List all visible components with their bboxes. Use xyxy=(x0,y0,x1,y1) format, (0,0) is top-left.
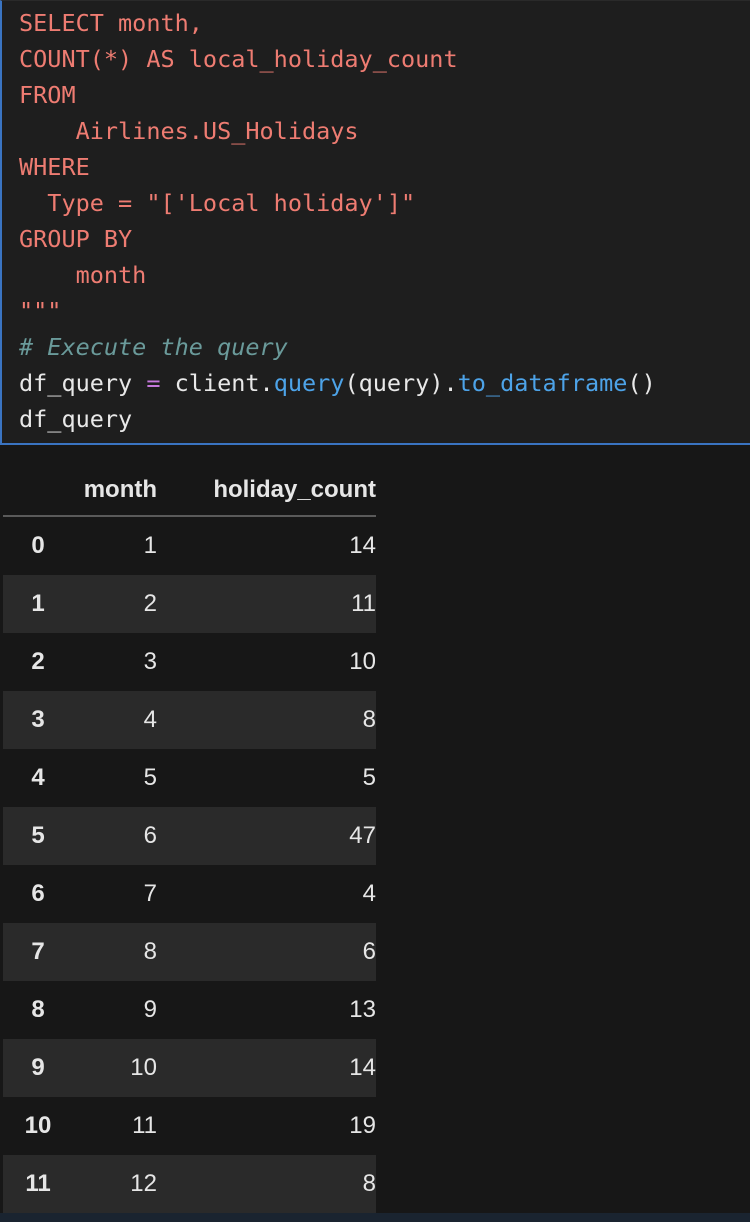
holiday-count-cell: 13 xyxy=(349,996,376,1023)
row-index: 2 xyxy=(31,648,45,675)
holiday-count-cell: 19 xyxy=(349,1112,376,1139)
holiday-count-cell: 8 xyxy=(362,1170,376,1197)
row-index: 8 xyxy=(31,996,45,1023)
holiday-count-cell: 8 xyxy=(362,706,376,733)
code-line: month xyxy=(19,261,147,289)
table-row: 10 11 19 xyxy=(3,1097,376,1155)
row-index: 3 xyxy=(31,706,45,733)
table-row: 3 4 8 xyxy=(3,691,376,749)
month-cell: 12 xyxy=(130,1170,157,1197)
table-row: 6 7 4 xyxy=(3,865,376,923)
code-token: = xyxy=(146,369,161,397)
code-token: to_dataframe xyxy=(457,369,628,397)
month-cell: 6 xyxy=(143,822,157,849)
row-index: 4 xyxy=(31,764,45,791)
table-row: 11 12 8 xyxy=(3,1155,376,1213)
code-editor[interactable]: SELECT month, COUNT(*) AS local_holiday_c… xyxy=(19,5,656,437)
dataframe-table: month holiday_count 0 1 14 1 2 11 2 3 10 348 4… xyxy=(3,465,376,1213)
row-index: 6 xyxy=(31,880,45,907)
holiday-count-cell: 10 xyxy=(349,648,376,675)
code-token: query xyxy=(273,369,345,397)
month-cell: 9 xyxy=(143,996,157,1023)
holiday-count-cell: 14 xyxy=(349,532,376,559)
month-cell: 1 xyxy=(143,532,157,559)
code-line: """ xyxy=(19,297,62,325)
row-index: 5 xyxy=(31,822,45,849)
table-row: 5 6 47 xyxy=(3,807,376,865)
table-row: 9 10 14 xyxy=(3,1039,376,1097)
row-index: 7 xyxy=(31,938,45,965)
code-token: df_query xyxy=(19,369,133,397)
row-index: 1 xyxy=(31,590,45,617)
table-row: 2 3 10 xyxy=(3,633,376,691)
table-row: 7 8 6 xyxy=(3,923,376,981)
table-header-row: month holiday_count xyxy=(3,465,376,517)
code-line: FROM xyxy=(19,81,76,109)
row-index: 9 xyxy=(31,1054,45,1081)
holiday-count-cell: 11 xyxy=(351,590,376,617)
table-row: 8 9 13 xyxy=(3,981,376,1039)
holiday-count-cell: 4 xyxy=(362,880,376,907)
column-header-month: month xyxy=(73,465,157,517)
month-cell: 2 xyxy=(143,590,157,617)
code-line: WHERE xyxy=(19,153,90,181)
code-token: (query). xyxy=(344,369,458,397)
month-cell: 10 xyxy=(130,1054,157,1081)
code-token: () xyxy=(627,369,656,397)
month-cell: 5 xyxy=(143,764,157,791)
row-index: 11 xyxy=(25,1170,51,1197)
code-token: client. xyxy=(174,369,274,397)
holiday-count-cell: 14 xyxy=(349,1054,376,1081)
row-index: 0 xyxy=(31,532,45,559)
bottom-edge-bar xyxy=(0,1213,750,1222)
table-row: 1 2 11 xyxy=(3,575,376,633)
holiday-count-cell: 6 xyxy=(362,938,376,965)
code-comment: # Execute the query xyxy=(19,333,288,361)
month-cell: 8 xyxy=(143,938,157,965)
table-row: 4 5 5 xyxy=(3,749,376,807)
month-cell: 4 xyxy=(143,706,157,733)
code-line: GROUP BY xyxy=(19,225,133,253)
code-line: Airlines.US_Holidays xyxy=(19,117,359,145)
month-cell: 7 xyxy=(143,880,157,907)
code-line-query: df_query = client.query(query).to_datafr… xyxy=(19,365,656,401)
column-header-holiday-count: holiday_count xyxy=(157,465,376,517)
row-index: 10 xyxy=(24,1112,52,1139)
month-cell: 11 xyxy=(132,1112,157,1139)
table-row: 0 1 14 xyxy=(3,516,376,575)
code-cell[interactable]: SELECT month, COUNT(*) AS local_holiday_c… xyxy=(0,0,750,445)
index-header xyxy=(3,465,73,517)
code-line: Type = "['Local holiday']" xyxy=(19,189,416,217)
month-cell: 3 xyxy=(143,648,157,675)
code-line: COUNT(*) AS local_holiday_count xyxy=(19,45,458,73)
code-line: df_query xyxy=(19,405,133,433)
holiday-count-cell: 5 xyxy=(362,764,376,791)
code-line: SELECT month, xyxy=(19,9,203,37)
cell-output: month holiday_count 0 1 14 1 2 11 2 3 10 348 4… xyxy=(0,445,750,1222)
holiday-count-cell: 47 xyxy=(349,822,376,849)
